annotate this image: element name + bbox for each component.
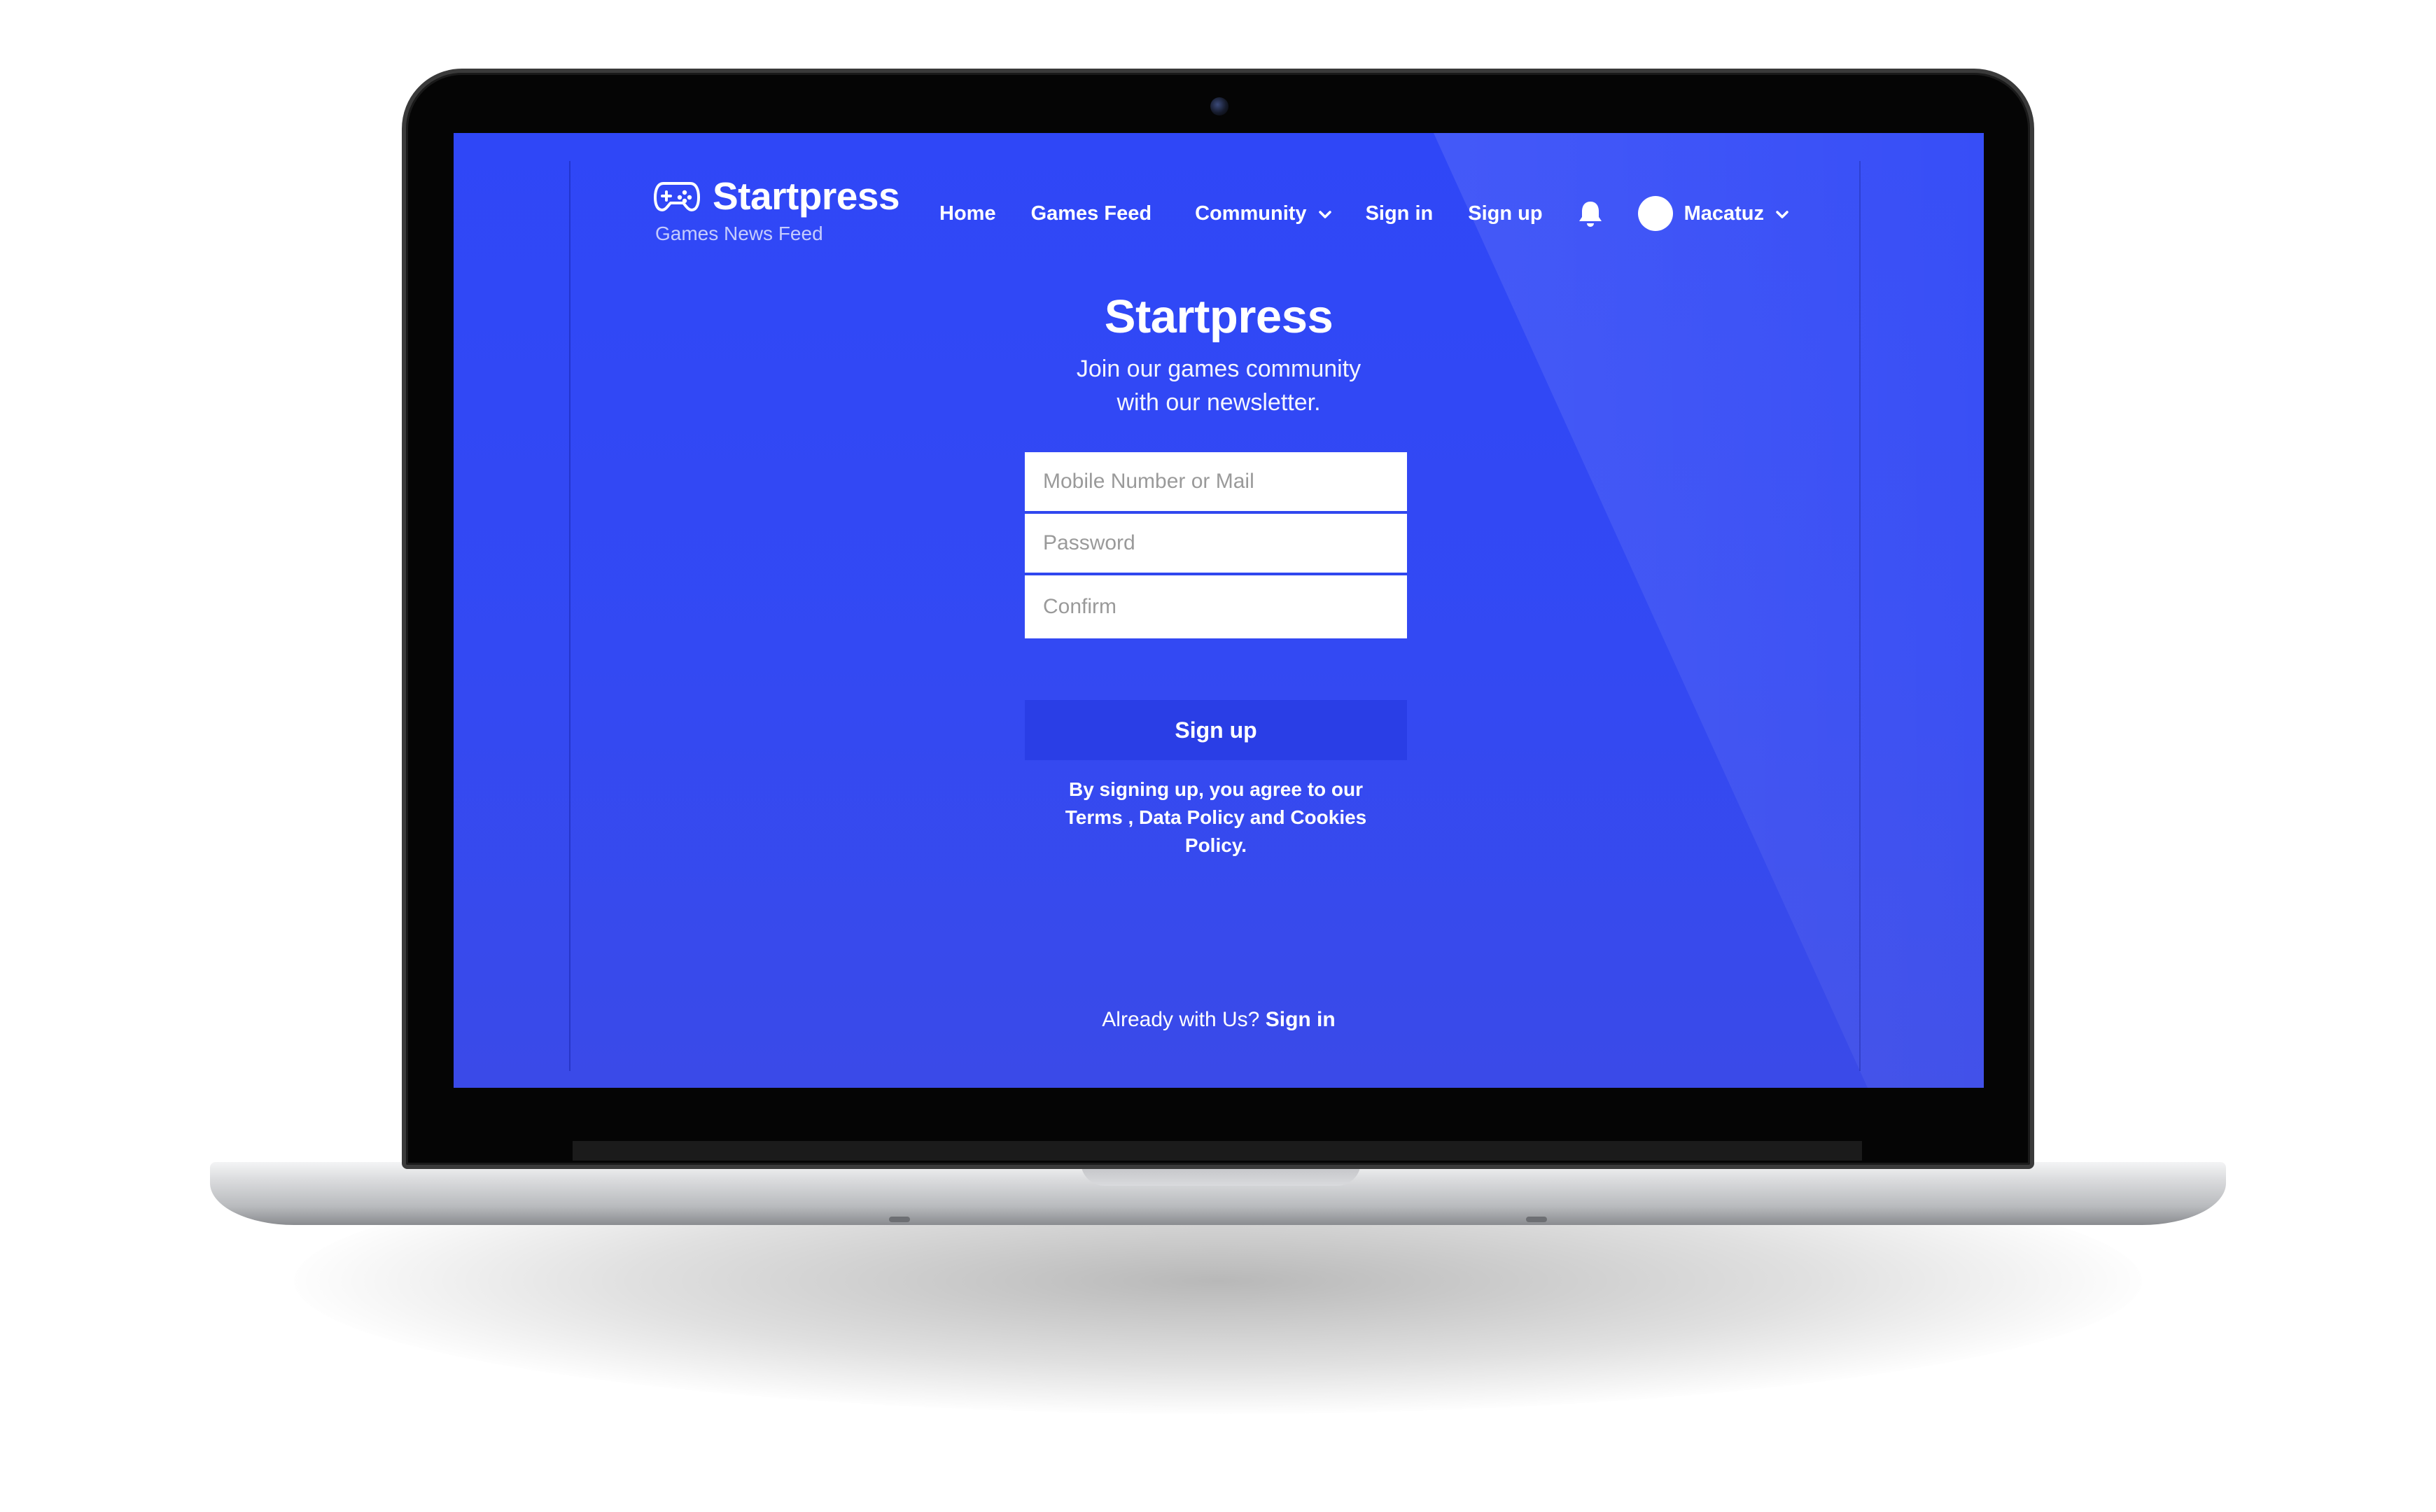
laptop-foot-left — [889, 1217, 910, 1222]
brand-name: Startpress — [713, 174, 900, 218]
chevron-down-icon — [1318, 202, 1332, 225]
brand-tagline: Games News Feed — [655, 223, 823, 244]
hero: Startpress Join our games community with… — [454, 290, 1984, 419]
nav-sign-up[interactable]: Sign up — [1468, 202, 1542, 225]
chevron-down-icon — [1775, 202, 1789, 225]
gamepad-icon — [654, 179, 700, 213]
signin-link[interactable]: Sign in — [1266, 1008, 1336, 1031]
laptop-foot-right — [1526, 1217, 1547, 1222]
laptop-screen: Startpress Games News Feed Home Games Fe… — [454, 133, 1984, 1088]
main-nav: Home Games Feed Community Sign in Sign u… — [939, 196, 1789, 231]
bell-icon[interactable] — [1576, 199, 1604, 228]
stage: Startpress Games News Feed Home Games Fe… — [0, 0, 2436, 1512]
laptop-hinge — [573, 1141, 1862, 1161]
nav-sign-in[interactable]: Sign in — [1366, 202, 1434, 225]
terms-line-3[interactable]: Policy. — [1025, 832, 1407, 860]
hero-subtitle: Join our games community with our newsle… — [454, 352, 1984, 419]
signin-prompt: Already with Us? Sign in — [454, 1008, 1984, 1032]
page-title: Startpress — [1104, 290, 1334, 343]
camera-icon — [1210, 97, 1228, 115]
terms-line-2[interactable]: Terms , Data Policy and Cookies — [1025, 804, 1407, 832]
confirm-password-input[interactable] — [1025, 575, 1407, 638]
avatar — [1637, 196, 1673, 231]
user-name: Macatuz — [1684, 202, 1764, 225]
hero-subtitle-line-1: Join our games community — [1076, 356, 1362, 382]
signup-button[interactable]: Sign up — [1025, 700, 1407, 760]
signup-form — [1025, 452, 1407, 638]
terms-notice: By signing up, you agree to our Terms , … — [1025, 776, 1407, 860]
hero-subtitle-line-2: with our newsletter. — [1116, 389, 1321, 416]
user-menu[interactable]: Macatuz — [1637, 196, 1789, 231]
nav-games-feed[interactable]: Games Feed — [1031, 202, 1152, 225]
contact-input[interactable] — [1025, 452, 1407, 514]
password-input[interactable] — [1025, 514, 1407, 575]
signin-prompt-text: Already with Us? — [1102, 1008, 1260, 1031]
nav-community-label: Community — [1195, 202, 1307, 225]
nav-community[interactable]: Community — [1195, 202, 1332, 225]
terms-line-1: By signing up, you agree to our — [1068, 778, 1364, 800]
nav-home[interactable]: Home — [939, 202, 996, 225]
brand-logo[interactable]: Startpress Games News Feed — [654, 174, 900, 245]
